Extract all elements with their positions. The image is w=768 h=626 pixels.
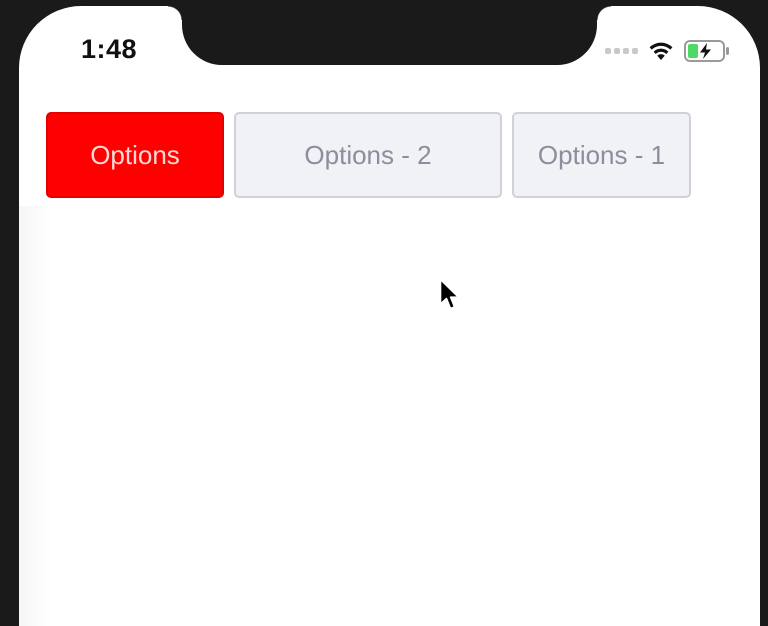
device-notch	[168, 6, 611, 65]
tab-options-2-label: Options - 2	[304, 139, 432, 170]
mouse-pointer-icon	[439, 278, 461, 317]
tab-options-1[interactable]: Options - 1	[512, 112, 691, 198]
status-time: 1:48	[81, 34, 138, 64]
phone-screen: 1:48 Options Options - 2 Options - 1	[19, 6, 760, 626]
segmented-control: Options Options - 2 Options - 1	[46, 112, 691, 198]
cellular-signal-icon	[605, 48, 638, 54]
screen-edge-shade	[19, 206, 53, 626]
tab-options-label: Options	[90, 139, 180, 170]
tab-options-2[interactable]: Options - 2	[234, 112, 502, 198]
battery-charging-icon	[684, 40, 730, 62]
tab-options[interactable]: Options	[46, 112, 224, 198]
wifi-icon	[647, 40, 675, 62]
tab-options-1-label: Options - 1	[537, 139, 666, 170]
status-icons	[605, 40, 730, 62]
device-frame: 1:48 Options Options - 2 Options - 1	[0, 0, 768, 626]
